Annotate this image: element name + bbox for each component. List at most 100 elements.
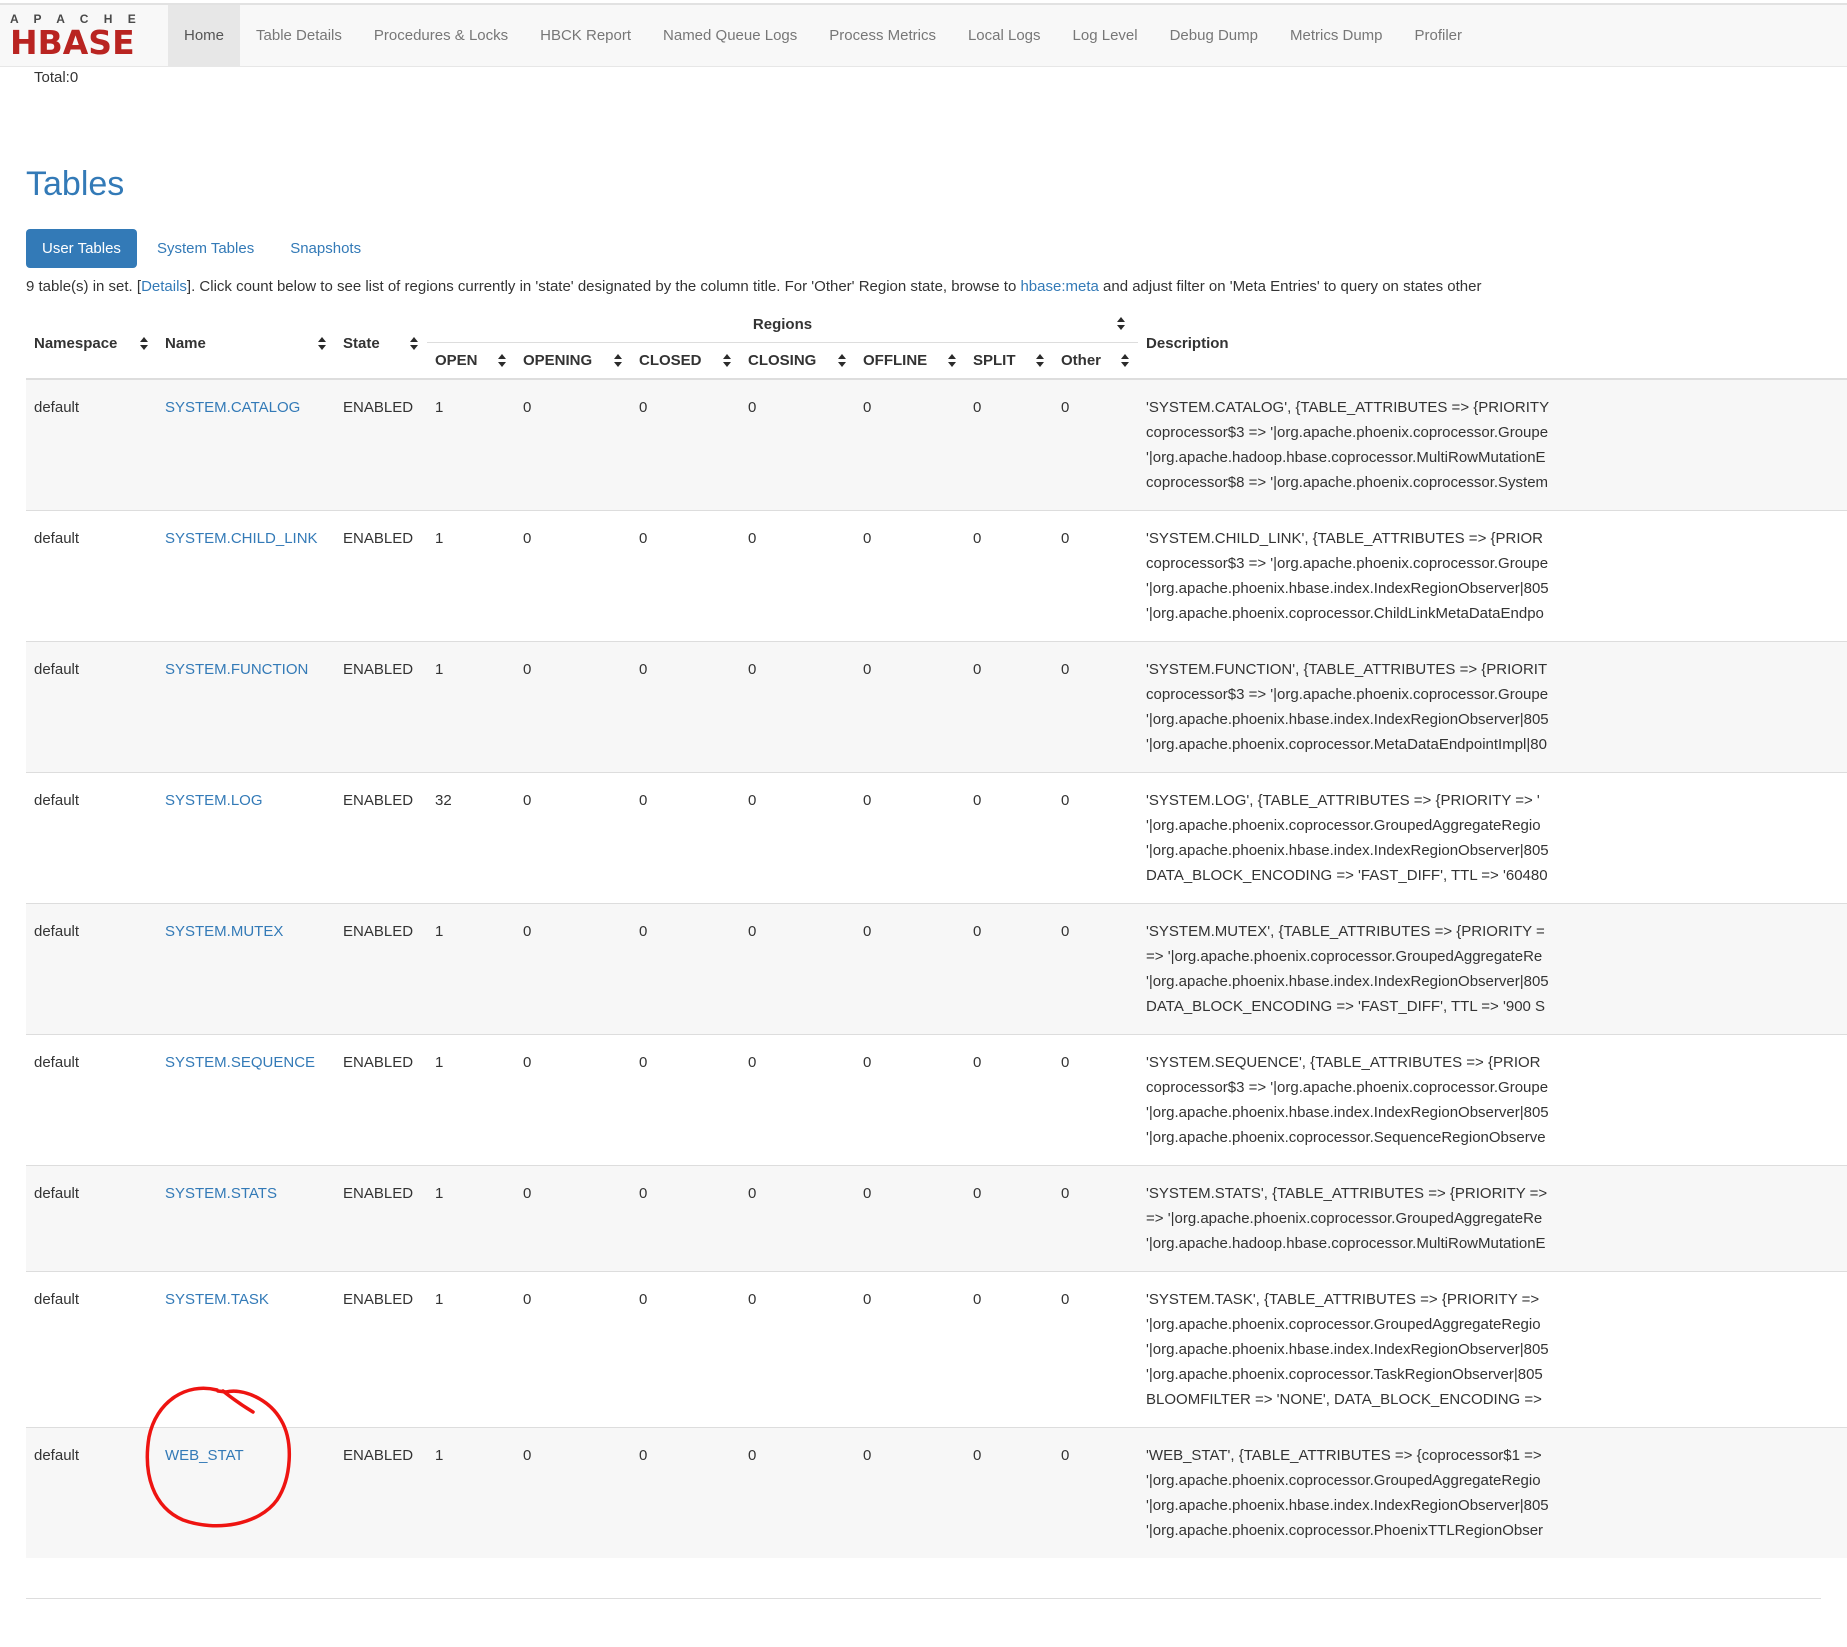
region-count-open[interactable]: 1 — [427, 379, 515, 511]
region-count-closed[interactable]: 0 — [631, 773, 740, 904]
column-header-other[interactable]: Other — [1053, 343, 1138, 380]
table-name-link[interactable]: SYSTEM.MUTEX — [165, 923, 283, 940]
region-count-closed[interactable]: 0 — [631, 511, 740, 642]
sort-icon[interactable] — [410, 337, 419, 350]
region-count-split[interactable]: 0 — [965, 1035, 1053, 1166]
nav-item-procedures-locks[interactable]: Procedures & Locks — [358, 5, 524, 67]
nav-item-local-logs[interactable]: Local Logs — [952, 5, 1057, 67]
region-count-closed[interactable]: 0 — [631, 1035, 740, 1166]
region-count-opening[interactable]: 0 — [515, 1428, 631, 1559]
region-count-split[interactable]: 0 — [965, 773, 1053, 904]
sort-icon[interactable] — [838, 354, 847, 367]
region-count-offline[interactable]: 0 — [855, 511, 965, 642]
tab-system-tables[interactable]: System Tables — [141, 229, 270, 268]
nav-item-process-metrics[interactable]: Process Metrics — [813, 5, 952, 67]
region-count-opening[interactable]: 0 — [515, 1166, 631, 1272]
region-count-closing[interactable]: 0 — [740, 904, 855, 1035]
sort-icon[interactable] — [723, 354, 732, 367]
column-header-name[interactable]: Name — [157, 308, 335, 379]
region-count-closing[interactable]: 0 — [740, 1166, 855, 1272]
region-count-offline[interactable]: 0 — [855, 904, 965, 1035]
region-count-opening[interactable]: 0 — [515, 904, 631, 1035]
region-count-offline[interactable]: 0 — [855, 379, 965, 511]
region-count-other[interactable]: 0 — [1053, 904, 1138, 1035]
region-count-opening[interactable]: 0 — [515, 511, 631, 642]
region-count-closing[interactable]: 0 — [740, 642, 855, 773]
region-count-closing[interactable]: 0 — [740, 511, 855, 642]
region-count-opening[interactable]: 0 — [515, 642, 631, 773]
region-count-split[interactable]: 0 — [965, 642, 1053, 773]
region-count-opening[interactable]: 0 — [515, 773, 631, 904]
nav-item-log-level[interactable]: Log Level — [1057, 5, 1154, 67]
region-count-other[interactable]: 0 — [1053, 773, 1138, 904]
region-count-offline[interactable]: 0 — [855, 773, 965, 904]
column-header-closing[interactable]: CLOSING — [740, 343, 855, 380]
sort-icon[interactable] — [498, 354, 507, 367]
nav-item-profiler[interactable]: Profiler — [1399, 5, 1479, 67]
table-name-link[interactable]: SYSTEM.FUNCTION — [165, 661, 308, 678]
region-count-open[interactable]: 1 — [427, 511, 515, 642]
sort-icon[interactable] — [614, 354, 623, 367]
region-count-closing[interactable]: 0 — [740, 1035, 855, 1166]
region-count-open[interactable]: 1 — [427, 1035, 515, 1166]
region-count-offline[interactable]: 0 — [855, 1166, 965, 1272]
region-count-split[interactable]: 0 — [965, 1272, 1053, 1428]
region-count-open[interactable]: 1 — [427, 1428, 515, 1559]
region-count-opening[interactable]: 0 — [515, 379, 631, 511]
sort-icon[interactable] — [140, 337, 149, 350]
sort-icon[interactable] — [318, 337, 327, 350]
column-header-offline[interactable]: OFFLINE — [855, 343, 965, 380]
region-count-other[interactable]: 0 — [1053, 1272, 1138, 1428]
table-name-link[interactable]: SYSTEM.TASK — [165, 1291, 269, 1308]
nav-item-named-queue-logs[interactable]: Named Queue Logs — [647, 5, 813, 67]
nav-item-table-details[interactable]: Table Details — [240, 5, 358, 67]
region-count-closed[interactable]: 0 — [631, 1428, 740, 1559]
region-count-closing[interactable]: 0 — [740, 379, 855, 511]
region-count-offline[interactable]: 0 — [855, 1428, 965, 1559]
region-count-closing[interactable]: 0 — [740, 1272, 855, 1428]
sort-icon[interactable] — [948, 354, 957, 367]
region-count-closed[interactable]: 0 — [631, 1272, 740, 1428]
region-count-closed[interactable]: 0 — [631, 904, 740, 1035]
region-count-other[interactable]: 0 — [1053, 1166, 1138, 1272]
column-header-opening[interactable]: OPENING — [515, 343, 631, 380]
table-name-link[interactable]: SYSTEM.STATS — [165, 1185, 277, 1202]
region-count-closed[interactable]: 0 — [631, 642, 740, 773]
region-count-offline[interactable]: 0 — [855, 1035, 965, 1166]
region-count-closing[interactable]: 0 — [740, 773, 855, 904]
sort-icon[interactable] — [1117, 317, 1126, 330]
table-name-link[interactable]: SYSTEM.SEQUENCE — [165, 1054, 315, 1071]
nav-item-home[interactable]: Home — [168, 5, 240, 67]
region-count-other[interactable]: 0 — [1053, 642, 1138, 773]
sort-icon[interactable] — [1036, 354, 1045, 367]
region-count-closing[interactable]: 0 — [740, 1428, 855, 1559]
region-count-offline[interactable]: 0 — [855, 642, 965, 773]
column-header-namespace[interactable]: Namespace — [26, 308, 157, 379]
region-count-other[interactable]: 0 — [1053, 1035, 1138, 1166]
region-count-closed[interactable]: 0 — [631, 379, 740, 511]
nav-item-hbck-report[interactable]: HBCK Report — [524, 5, 647, 67]
table-name-link[interactable]: SYSTEM.CHILD_LINK — [165, 530, 318, 547]
sort-icon[interactable] — [1121, 354, 1130, 367]
region-count-open[interactable]: 1 — [427, 1272, 515, 1428]
region-count-open[interactable]: 32 — [427, 773, 515, 904]
nav-item-debug-dump[interactable]: Debug Dump — [1154, 5, 1274, 67]
table-name-link[interactable]: SYSTEM.CATALOG — [165, 399, 300, 416]
column-header-description[interactable]: Description — [1138, 308, 1847, 379]
region-count-split[interactable]: 0 — [965, 1428, 1053, 1559]
region-count-split[interactable]: 0 — [965, 379, 1053, 511]
column-header-split[interactable]: SPLIT — [965, 343, 1053, 380]
region-count-opening[interactable]: 0 — [515, 1272, 631, 1428]
region-count-split[interactable]: 0 — [965, 904, 1053, 1035]
region-count-open[interactable]: 1 — [427, 1166, 515, 1272]
region-count-closed[interactable]: 0 — [631, 1166, 740, 1272]
table-name-link[interactable]: WEB_STAT — [165, 1447, 244, 1464]
column-header-state[interactable]: State — [335, 308, 427, 379]
tab-user-tables[interactable]: User Tables — [26, 229, 137, 268]
region-count-opening[interactable]: 0 — [515, 1035, 631, 1166]
tab-snapshots[interactable]: Snapshots — [274, 229, 377, 268]
details-link[interactable]: Details — [141, 278, 187, 295]
region-count-open[interactable]: 1 — [427, 904, 515, 1035]
region-count-offline[interactable]: 0 — [855, 1272, 965, 1428]
hbase-logo[interactable]: A P A C H E HBASE — [0, 5, 168, 66]
